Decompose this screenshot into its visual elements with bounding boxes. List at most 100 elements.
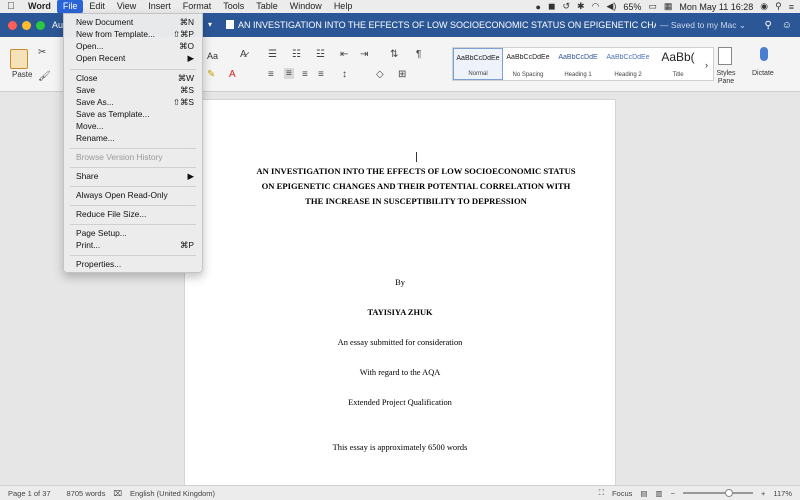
- menu-item-save-as-template[interactable]: Save as Template...: [64, 108, 202, 120]
- highlight-icon[interactable]: ✎: [207, 69, 215, 80]
- style-normal[interactable]: AaBbCcDdEe Normal: [453, 48, 503, 80]
- app-status-icon[interactable]: ◼: [548, 1, 555, 12]
- menubar-clock[interactable]: Mon May 11 16:28: [679, 2, 753, 12]
- menu-item-shortcut: ⇧⌘P: [173, 29, 194, 39]
- page-count[interactable]: Page 1 of 37: [0, 489, 59, 498]
- styles-pane-icon[interactable]: [718, 47, 732, 65]
- search-icon[interactable]: ⚲: [764, 20, 771, 31]
- change-case-button[interactable]: Aa: [207, 51, 218, 61]
- focus-icon[interactable]: ⛶: [599, 488, 604, 498]
- zoom-window-button[interactable]: [36, 20, 45, 30]
- increase-indent-icon[interactable]: ⇥: [360, 49, 368, 60]
- bluetooth-icon[interactable]: ✱: [577, 1, 585, 12]
- menu-separator: [70, 255, 196, 256]
- style-no-spacing[interactable]: AaBbCcDdEe No Spacing: [503, 48, 553, 80]
- menu-file[interactable]: File: [56, 0, 84, 13]
- font-color-icon[interactable]: A: [229, 69, 236, 80]
- input-source-flag-icon[interactable]: ▦: [664, 1, 673, 12]
- menu-item-open-recent[interactable]: Open Recent ▶: [64, 52, 202, 64]
- menu-item-shortcut: ⌘S: [180, 85, 194, 95]
- zoom-slider[interactable]: [682, 489, 753, 497]
- cut-icon[interactable]: ✂: [38, 47, 46, 58]
- menu-item-page-setup[interactable]: Page Setup...: [64, 227, 202, 239]
- battery-icon[interactable]: ▭: [648, 1, 657, 12]
- zoom-in-icon[interactable]: +: [761, 489, 765, 498]
- zoom-slider-knob[interactable]: [724, 489, 733, 497]
- sort-icon[interactable]: ⇅: [390, 49, 398, 60]
- menu-item-label: Save As...: [76, 97, 114, 107]
- paste-icon[interactable]: [10, 49, 28, 69]
- paste-button-label[interactable]: Paste: [12, 70, 32, 79]
- menu-insert[interactable]: Insert: [142, 0, 177, 13]
- print-layout-icon[interactable]: ▤: [640, 489, 647, 498]
- clear-formatting-icon[interactable]: A̷: [240, 49, 247, 60]
- menu-item-open[interactable]: Open... ⌘O: [64, 40, 202, 52]
- autosave-label[interactable]: Au: [52, 13, 63, 37]
- styles-gallery-next-icon[interactable]: ›: [703, 48, 708, 80]
- menu-item-rename[interactable]: Rename...: [64, 132, 202, 144]
- word-count[interactable]: 8705 words: [59, 489, 114, 498]
- notification-icon[interactable]: ●: [536, 2, 541, 12]
- format-painter-icon[interactable]: 🖌: [38, 71, 51, 82]
- line-spacing-icon[interactable]: ↕: [342, 69, 347, 80]
- aqa-line: With regard to the AQA: [359, 368, 441, 377]
- proofing-icon[interactable]: ⌧: [113, 489, 122, 498]
- decrease-indent-icon[interactable]: ⇤: [340, 49, 348, 60]
- show-paragraph-marks-icon[interactable]: ¶: [416, 49, 421, 60]
- save-status[interactable]: — Saved to my Mac ⌄: [660, 13, 746, 37]
- wifi-icon[interactable]: ◠: [592, 1, 600, 12]
- numbering-icon[interactable]: ☷: [292, 49, 301, 60]
- menu-tools[interactable]: Tools: [217, 0, 250, 13]
- menu-item-print[interactable]: Print... ⌘P: [64, 239, 202, 251]
- smiley-feedback-icon[interactable]: ☺: [782, 20, 792, 31]
- menu-item-share[interactable]: Share ▶: [64, 170, 202, 182]
- justify-icon[interactable]: ≡: [318, 69, 324, 80]
- menu-item-new-from-template[interactable]: New from Template... ⇧⌘P: [64, 28, 202, 40]
- menu-item-move[interactable]: Move...: [64, 120, 202, 132]
- align-right-icon[interactable]: ≡: [302, 69, 308, 80]
- menu-item-properties[interactable]: Properties...: [64, 258, 202, 270]
- spotlight-search-icon[interactable]: ⚲: [775, 1, 782, 12]
- minimize-window-button[interactable]: [22, 20, 31, 30]
- menu-format[interactable]: Format: [177, 0, 218, 13]
- shading-icon[interactable]: ◇: [376, 69, 384, 80]
- styles-pane-label[interactable]: Styles Pane: [712, 70, 740, 86]
- microphone-icon[interactable]: [760, 47, 768, 61]
- style-heading-2[interactable]: AaBbCcDdEe Heading 2: [603, 48, 653, 80]
- menu-item-always-open-read-only[interactable]: Always Open Read-Only: [64, 189, 202, 201]
- menu-item-close[interactable]: Close ⌘W: [64, 72, 202, 84]
- focus-label[interactable]: Focus: [612, 489, 632, 498]
- battery-percent: 65%: [623, 1, 642, 12]
- borders-icon[interactable]: ⊞: [398, 69, 406, 80]
- align-center-icon[interactable]: ≡: [284, 68, 294, 79]
- style-name: Heading 1: [564, 72, 592, 78]
- align-left-icon[interactable]: ≡: [268, 69, 274, 80]
- menu-view[interactable]: View: [111, 0, 142, 13]
- time-machine-icon[interactable]: ↺: [562, 1, 570, 12]
- close-window-button[interactable]: [8, 20, 17, 30]
- menu-edit[interactable]: Edit: [83, 0, 111, 13]
- style-heading-1[interactable]: AaBbCcDdE Heading 1: [553, 48, 603, 80]
- menu-help[interactable]: Help: [328, 0, 359, 13]
- multilevel-list-icon[interactable]: ☳: [316, 49, 325, 60]
- bullets-icon[interactable]: ☰: [268, 49, 277, 60]
- language-indicator[interactable]: English (United Kingdom): [122, 489, 223, 498]
- zoom-level[interactable]: 117%: [773, 489, 792, 498]
- web-layout-icon[interactable]: ▥: [655, 489, 662, 498]
- menu-window[interactable]: Window: [284, 0, 328, 13]
- menu-item-save-as[interactable]: Save As... ⇧⌘S: [64, 96, 202, 108]
- apple-menu-icon[interactable]: : [0, 1, 22, 12]
- customize-toolbar-icon[interactable]: ▾: [208, 13, 212, 37]
- user-avatar-icon[interactable]: ◉: [760, 1, 768, 12]
- menu-table[interactable]: Table: [250, 0, 284, 13]
- app-menu-word[interactable]: Word: [22, 0, 57, 13]
- zoom-out-icon[interactable]: −: [671, 489, 675, 498]
- dictate-label[interactable]: Dictate: [752, 70, 774, 77]
- document-page[interactable]: AN INVESTIGATION INTO THE EFFECTS OF LOW…: [184, 99, 616, 485]
- menu-item-new-document[interactable]: New Document ⌘N: [64, 16, 202, 28]
- style-title[interactable]: AaBb( Title: [653, 48, 703, 80]
- control-center-icon[interactable]: ≡: [789, 2, 794, 12]
- menu-item-reduce-file-size[interactable]: Reduce File Size...: [64, 208, 202, 220]
- menu-item-save[interactable]: Save ⌘S: [64, 84, 202, 96]
- volume-icon[interactable]: ◀): [606, 1, 616, 12]
